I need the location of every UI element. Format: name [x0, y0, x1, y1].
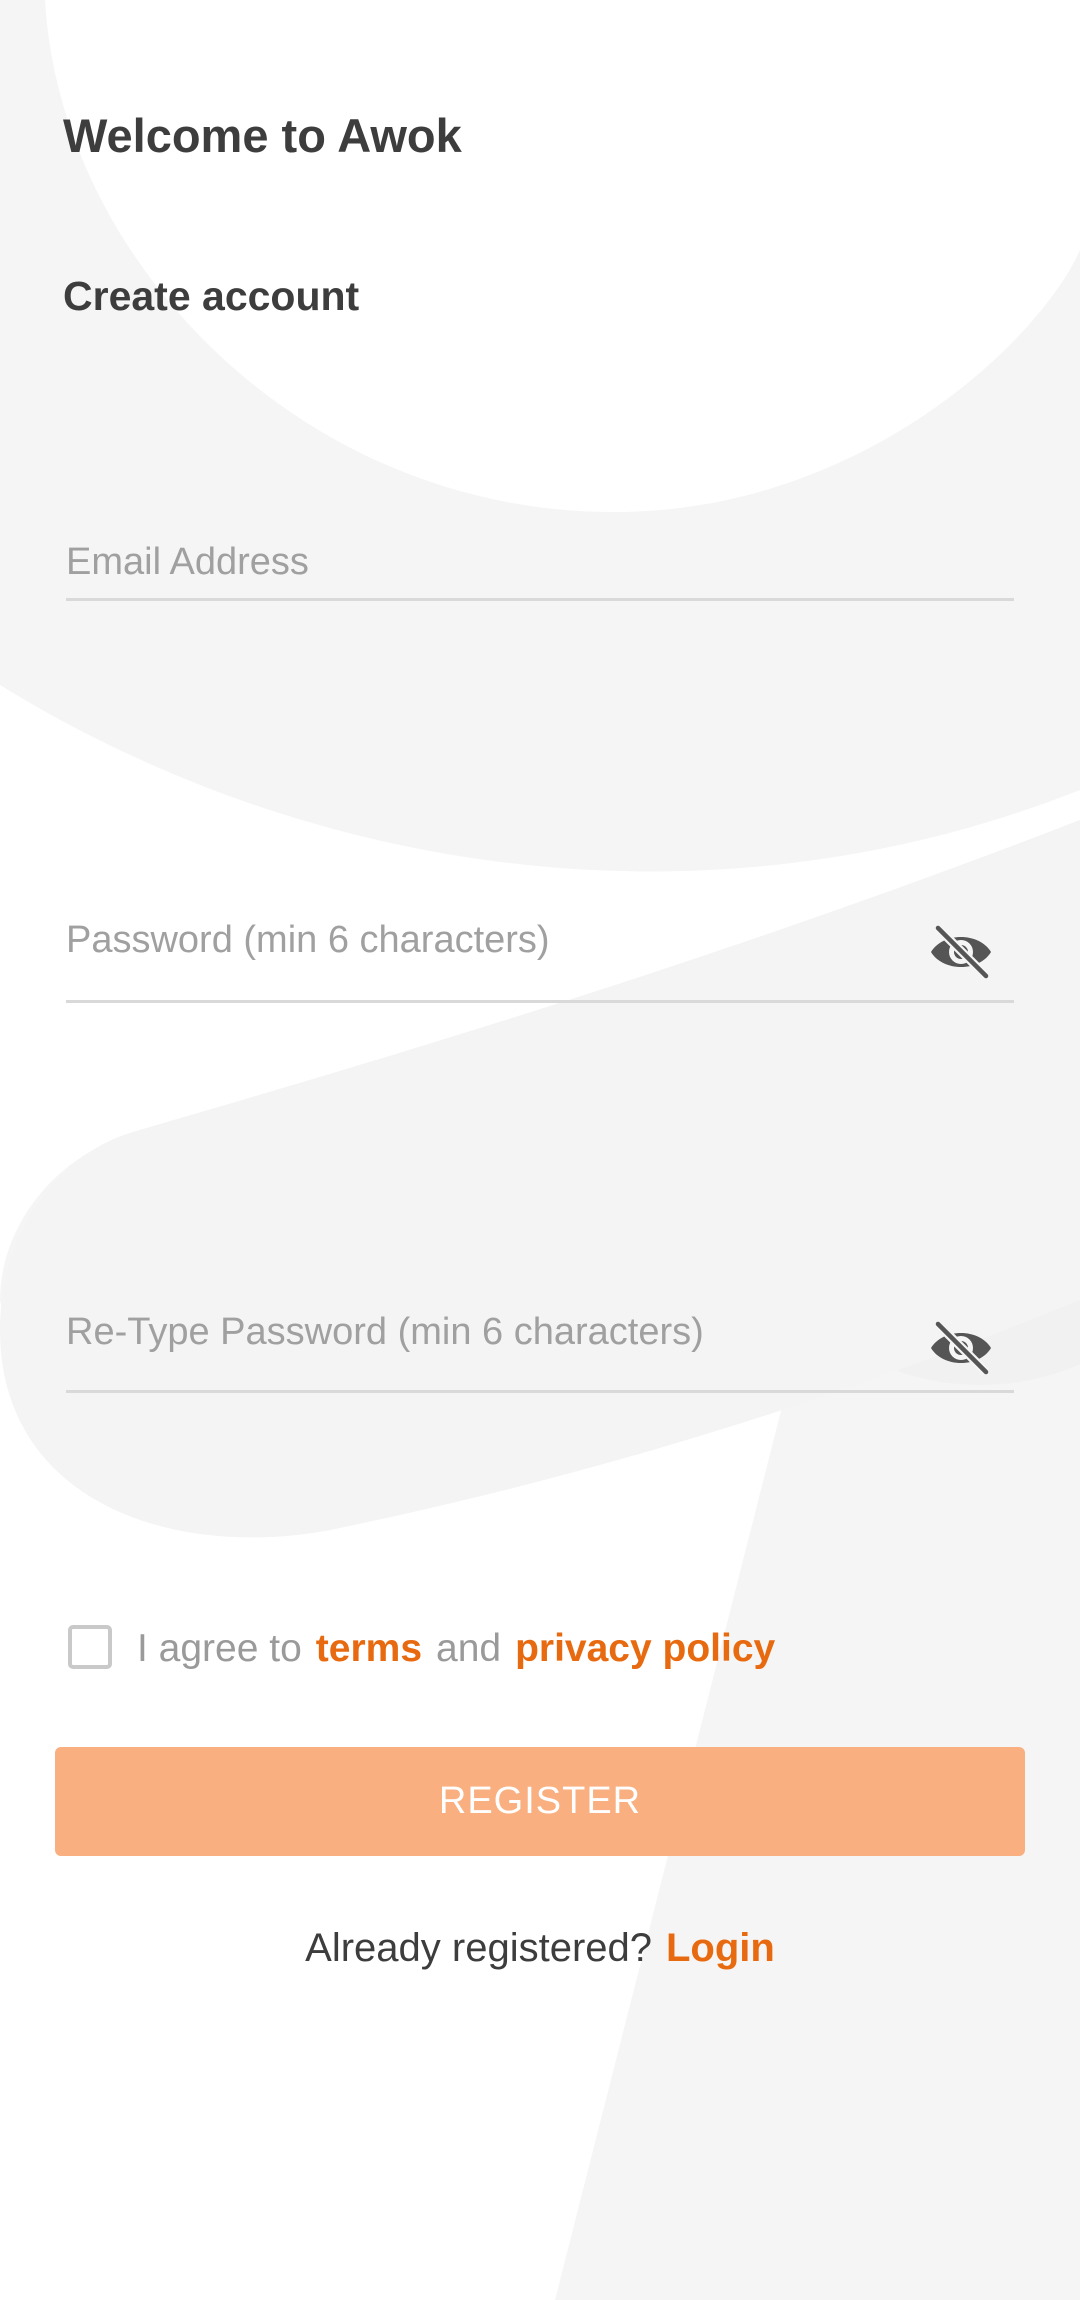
agreement-text: I agree to terms and privacy policy: [137, 1627, 775, 1671]
already-registered-text: Already registered?: [305, 1926, 652, 1970]
login-link[interactable]: Login: [666, 1926, 775, 1971]
terms-link[interactable]: terms: [316, 1627, 422, 1671]
login-prompt: Already registered? Login: [0, 1926, 1080, 1971]
agree-checkbox[interactable]: [68, 1625, 112, 1669]
retype-password-field[interactable]: [66, 1306, 926, 1358]
register-button[interactable]: REGISTER: [55, 1747, 1025, 1856]
eye-off-icon[interactable]: [928, 924, 994, 980]
retype-password-field-container: [66, 1300, 1014, 1393]
privacy-policy-link[interactable]: privacy policy: [515, 1627, 775, 1671]
section-subtitle: Create account: [63, 273, 360, 319]
password-field[interactable]: [66, 914, 926, 966]
agreement-prefix: I agree to: [137, 1627, 302, 1670]
email-field[interactable]: [66, 536, 926, 588]
email-field-container: [66, 530, 1014, 601]
page-title: Welcome to Awok: [63, 109, 462, 162]
password-field-container: [66, 910, 1014, 1003]
agreement-conjunction: and: [436, 1627, 502, 1670]
eye-off-icon[interactable]: [928, 1320, 994, 1376]
